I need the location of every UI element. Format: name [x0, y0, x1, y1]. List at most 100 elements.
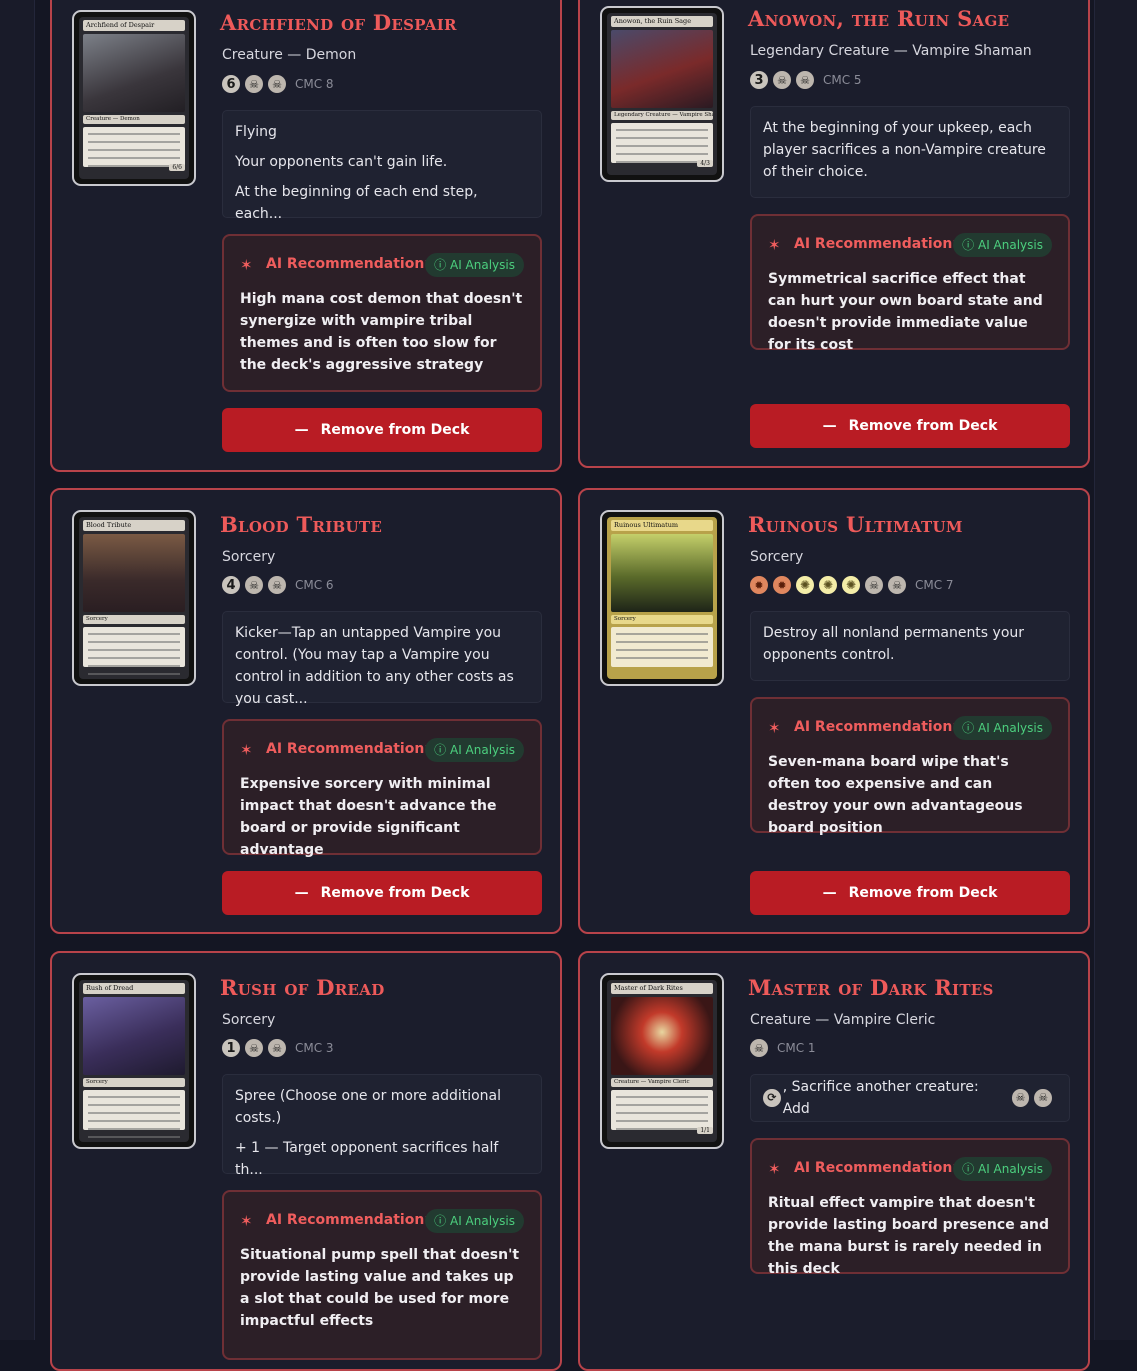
mana-generic-icon: 4 [222, 576, 240, 594]
sparkle-icon: ✶ [768, 1160, 781, 1178]
mana-black-icon: ☠ [268, 75, 286, 93]
sparkle-icon: ✶ [240, 741, 253, 759]
card-panel: Archfiend of Despair Creature — Demon 6/… [50, 0, 562, 472]
info-icon: ⓘ [434, 743, 450, 757]
card-image-name: Ruinous Ultimatum [611, 520, 713, 531]
cmc-value: CMC 5 [823, 73, 862, 87]
card-image-pt: 1/1 [697, 1127, 713, 1134]
mana-generic-icon: 6 [222, 75, 240, 93]
remove-button-label: Remove from Deck [848, 418, 998, 434]
badge-label: AI Analysis [449, 258, 515, 272]
card-art [83, 34, 185, 112]
card-panel: Anowon, the Ruin Sage Legendary Creature… [578, 0, 1090, 468]
card-image[interactable]: Rush of Dread Sorcery [72, 973, 196, 1149]
mana-black-icon: ☠ [245, 75, 263, 93]
info-icon: ⓘ [962, 238, 978, 252]
minus-icon: — [822, 885, 837, 901]
sparkle-icon: ✶ [240, 256, 253, 274]
card-title: Blood Tribute [220, 512, 383, 537]
remove-from-deck-button[interactable]: — Remove from Deck [750, 871, 1070, 915]
remove-from-deck-button[interactable]: — Remove from Deck [222, 871, 542, 915]
card-image[interactable]: Anowon, the Ruin Sage Legendary Creature… [600, 6, 724, 182]
mana-red-icon: ✹ [750, 576, 768, 594]
card-panel: Master of Dark Rites Creature — Vampire … [578, 951, 1090, 1371]
card-image[interactable]: Blood Tribute Sorcery [72, 510, 196, 686]
ai-recommendation: ✶ AI Recommendation: ⓘ AI Analysis Expen… [222, 719, 542, 858]
cmc-value: CMC 3 [295, 1041, 334, 1055]
card-image-name: Archfiend of Despair [83, 20, 185, 31]
recommendation-label: AI Recommendation: [266, 256, 430, 272]
card-image-name: Anowon, the Ruin Sage [611, 16, 713, 27]
recommendation-text: Expensive sorcery with minimal impact th… [240, 776, 497, 858]
card-type: Legendary Creature — Vampire Shaman [750, 43, 1032, 59]
ai-recommendation: ✶ AI Recommendation: ⓘ AI Analysis Seven… [750, 697, 1070, 836]
card-image-textbox [83, 1090, 185, 1138]
ai-analysis-badge: ⓘ AI Analysis [425, 253, 524, 277]
mana-white-icon: ✺ [842, 576, 860, 594]
ai-recommendation: ✶ AI Recommendation: ⓘ AI Analysis Ritua… [750, 1138, 1070, 1277]
card-title: Rush of Dread [220, 975, 385, 1000]
recommendation-label: AI Recommendation: [266, 1212, 430, 1228]
oracle-line: Your opponents can't gain life. [235, 154, 448, 170]
mana-black-icon: ☠ [773, 71, 791, 89]
mana-cost: 3 ☠ ☠ CMC 5 [750, 70, 862, 90]
mana-black-icon: ☠ [245, 576, 263, 594]
cmc-value: CMC 7 [915, 578, 954, 592]
tap-symbol-icon: ⟳ [763, 1089, 781, 1107]
mana-black-icon: ☠ [1034, 1089, 1052, 1107]
ai-analysis-badge: ⓘ AI Analysis [953, 233, 1052, 257]
remove-from-deck-button[interactable]: — Remove from Deck [750, 404, 1070, 448]
info-icon: ⓘ [434, 1214, 450, 1228]
card-type: Creature — Vampire Cleric [750, 1012, 936, 1028]
oracle-line: At the beginning of your upkeep, each pl… [763, 120, 1046, 180]
card-title: Archfiend of Despair [220, 10, 457, 35]
mana-black-icon: ☠ [750, 1039, 768, 1057]
card-art [611, 997, 713, 1075]
card-image-type: Sorcery [611, 615, 713, 624]
recommendation-label: AI Recommendation: [794, 719, 958, 735]
card-title: Master of Dark Rites [748, 975, 994, 1000]
card-title: Anowon, the Ruin Sage [748, 6, 1010, 31]
minus-icon: — [822, 418, 837, 434]
mana-black-icon: ☠ [268, 576, 286, 594]
oracle-text: ⟳ , Sacrifice another creature: Add ☠ ☠ [750, 1074, 1070, 1122]
badge-label: AI Analysis [977, 721, 1043, 735]
card-image[interactable]: Master of Dark Rites Creature — Vampire … [600, 973, 724, 1149]
ai-recommendation: ✶ AI Recommendation: ⓘ AI Analysis High … [222, 234, 542, 392]
card-type: Creature — Demon [222, 47, 357, 63]
mana-black-icon: ☠ [888, 576, 906, 594]
cmc-value: CMC 8 [295, 77, 334, 91]
ai-analysis-badge: ⓘ AI Analysis [953, 1157, 1052, 1181]
recommendation-text: Situational pump spell that doesn't prov… [240, 1247, 520, 1329]
remove-button-label: Remove from Deck [848, 885, 998, 901]
card-art [83, 534, 185, 612]
recommendation-text: Seven-mana board wipe that's often too e… [768, 754, 1023, 836]
cmc-value: CMC 1 [777, 1041, 816, 1055]
card-type: Sorcery [750, 549, 804, 565]
mana-cost: 1 ☠ ☠ CMC 3 [222, 1038, 334, 1058]
card-type: Sorcery [222, 549, 276, 565]
oracle-text: Destroy all nonland permanents your oppo… [750, 611, 1070, 681]
card-panel: Ruinous Ultimatum Sorcery Ruinous Ultima… [578, 488, 1090, 934]
card-image[interactable]: Archfiend of Despair Creature — Demon 6/… [72, 10, 196, 186]
card-image-type: Legendary Creature — Vampire Shaman [611, 111, 713, 120]
recommendation-text: Symmetrical sacrifice effect that can hu… [768, 271, 1043, 353]
sparkle-icon: ✶ [768, 236, 781, 254]
sparkle-icon: ✶ [768, 719, 781, 737]
info-icon: ⓘ [962, 1162, 978, 1176]
oracle-line: Spree (Choose one or more additional cos… [235, 1088, 502, 1126]
card-art [611, 534, 713, 612]
mana-cost: ✹ ✹ ✺ ✺ ✺ ☠ ☠ CMC 7 [750, 575, 954, 595]
card-art [83, 997, 185, 1075]
oracle-line: At the beginning of each end step, each.… [235, 184, 478, 222]
remove-from-deck-button[interactable]: — Remove from Deck [222, 408, 542, 452]
card-image[interactable]: Ruinous Ultimatum Sorcery [600, 510, 724, 686]
cmc-value: CMC 6 [295, 578, 334, 592]
oracle-text: Kicker—Tap an untapped Vampire you contr… [222, 611, 542, 707]
mana-cost: 6 ☠ ☠ CMC 8 [222, 74, 334, 94]
ai-analysis-badge: ⓘ AI Analysis [425, 1209, 524, 1233]
ai-analysis-badge: ⓘ AI Analysis [425, 738, 524, 762]
card-image-name: Blood Tribute [83, 520, 185, 531]
mana-generic-icon: 1 [222, 1039, 240, 1057]
mana-red-icon: ✹ [773, 576, 791, 594]
